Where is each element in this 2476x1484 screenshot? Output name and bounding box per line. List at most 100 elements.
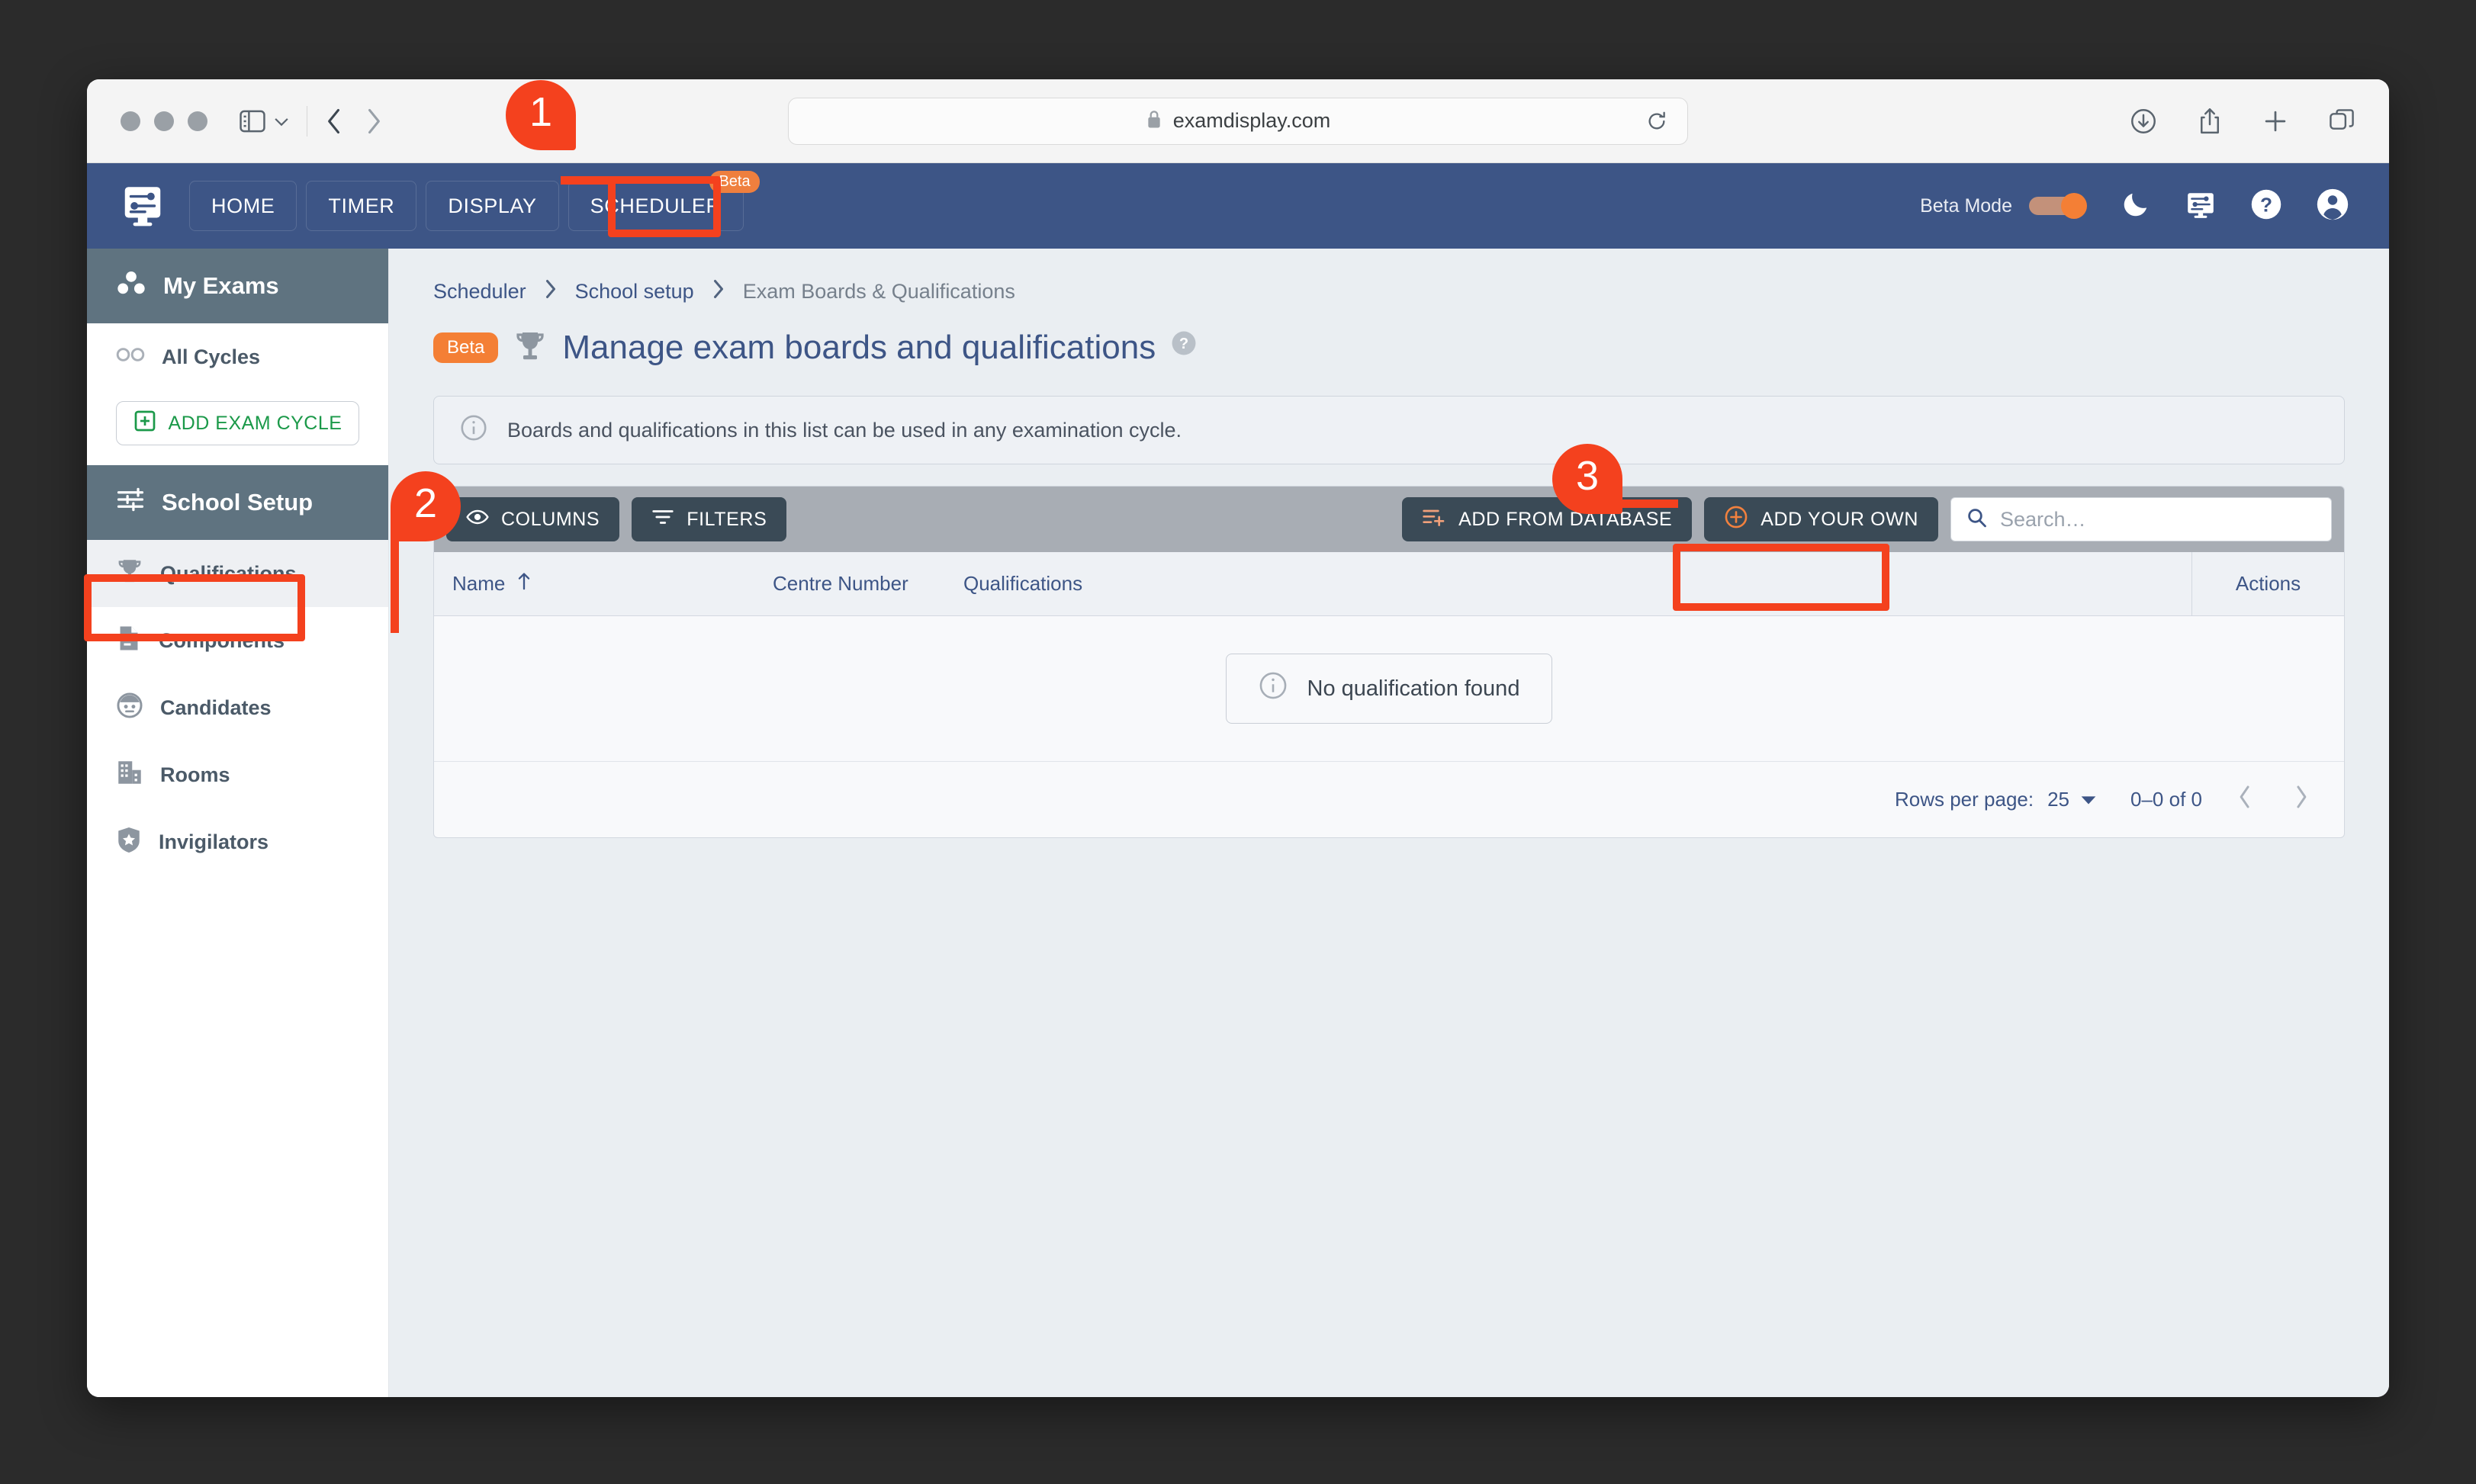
callout-connector-2	[391, 534, 399, 633]
close-window-button[interactable]	[121, 111, 140, 131]
sidebar-toggle-icon[interactable]	[238, 108, 267, 134]
column-header-label: Actions	[2235, 572, 2301, 595]
search-box[interactable]	[1950, 497, 2332, 541]
breadcrumb: Scheduler School setup Exam Boards & Qua…	[433, 278, 2345, 306]
trophy-icon	[116, 557, 143, 590]
address-bar[interactable]: examdisplay.com	[788, 97, 1688, 145]
table-header-row: Name Centre Number Qualifications Action…	[434, 552, 2344, 616]
breadcrumb-separator	[711, 278, 726, 306]
beta-badge: Beta	[433, 332, 499, 363]
share-icon[interactable]	[2197, 107, 2223, 136]
search-input[interactable]	[2000, 507, 2316, 532]
reload-icon[interactable]	[1646, 111, 1667, 132]
shield-star-icon	[116, 826, 142, 859]
topnav-tab-home[interactable]: HOME	[189, 181, 297, 231]
account-avatar-icon[interactable]	[2316, 188, 2349, 225]
help-circle-icon[interactable]: ?	[1171, 330, 1197, 360]
pagination-controls	[2236, 783, 2310, 816]
dark-mode-moon-icon[interactable]	[2121, 189, 2151, 223]
breadcrumb-item-scheduler[interactable]: Scheduler	[433, 280, 526, 304]
topnav-tab-label: SCHEDULER	[590, 194, 722, 217]
sidebar-item-all-cycles[interactable]: All Cycles	[87, 323, 388, 390]
plus-icon[interactable]	[2262, 108, 2288, 134]
rows-per-page-value: 25	[2047, 788, 2070, 811]
address-text: examdisplay.com	[1172, 109, 1331, 132]
sidebar: My Exams All Cycles ADD EXAM CYCLE Schoo…	[87, 249, 389, 1397]
columns-button[interactable]: COLUMNS	[446, 497, 620, 541]
page-title-row: Beta Manage exam boards and qualificatio…	[433, 329, 2345, 367]
rows-per-page: Rows per page: 25	[1895, 788, 2097, 811]
column-header-qualifications[interactable]: Qualifications	[945, 572, 2191, 596]
lock-icon	[1146, 109, 1162, 133]
maximize-window-button[interactable]	[188, 111, 207, 131]
filter-icon	[651, 507, 674, 532]
sidebar-header-my-exams[interactable]: My Exams	[87, 249, 388, 323]
svg-text:?: ?	[1179, 336, 1188, 352]
download-icon[interactable]	[2130, 108, 2157, 135]
topnav-tab-timer[interactable]: TIMER	[306, 181, 417, 231]
browser-chrome: examdisplay.com	[87, 79, 2389, 163]
info-banner: Boards and qualifications in this list c…	[433, 396, 2345, 464]
column-header-label: Qualifications	[963, 572, 1083, 595]
beta-badge: Beta	[709, 171, 760, 193]
list-add-icon	[1422, 507, 1446, 532]
callout-marker-3: 3	[1552, 444, 1622, 514]
toggle-knob	[2061, 193, 2087, 219]
sidebar-item-qualifications[interactable]: Qualifications	[87, 540, 388, 607]
settings-sliders-icon	[116, 487, 145, 519]
display-settings-icon[interactable]	[2185, 188, 2217, 224]
next-page-button[interactable]	[2292, 783, 2310, 816]
tab-overview-icon[interactable]	[2328, 108, 2355, 134]
beta-mode-label: Beta Mode	[1920, 194, 2012, 217]
column-header-label: Centre Number	[773, 572, 908, 595]
sidebar-item-invigilators[interactable]: Invigilators	[87, 808, 388, 875]
minimize-window-button[interactable]	[154, 111, 174, 131]
sidebar-header-label: School Setup	[162, 489, 314, 516]
forward-button[interactable]	[364, 106, 384, 137]
column-header-actions: Actions	[2191, 552, 2344, 615]
sidebar-item-candidates[interactable]: Candidates	[87, 674, 388, 741]
filters-button[interactable]: FILTERS	[632, 497, 787, 541]
info-banner-text: Boards and qualifications in this list c…	[507, 418, 1182, 442]
info-circle-icon	[460, 414, 487, 447]
topnav-tab-label: TIMER	[328, 194, 395, 217]
chevron-down-icon[interactable]	[273, 115, 290, 127]
add-exam-cycle-label: ADD EXAM CYCLE	[168, 412, 342, 434]
add-your-own-button[interactable]: ADD YOUR OWN	[1704, 497, 1938, 541]
topnav-tab-label: HOME	[211, 194, 275, 217]
back-button[interactable]	[324, 106, 344, 137]
candidate-face-icon	[116, 692, 143, 724]
grid-toolbar: COLUMNS FILTERS ADD FROM DATABASE ADD YO…	[434, 487, 2344, 552]
add-exam-cycle-button[interactable]: ADD EXAM CYCLE	[116, 401, 359, 445]
topnav-tab-scheduler[interactable]: SCHEDULER Beta	[568, 171, 760, 231]
add-from-database-label: ADD FROM DATABASE	[1458, 508, 1673, 530]
help-question-icon[interactable]: ?	[2250, 188, 2282, 224]
qualifications-data-card: COLUMNS FILTERS ADD FROM DATABASE ADD YO…	[433, 486, 2345, 838]
info-circle-icon	[1259, 671, 1288, 706]
plus-circle-icon	[1724, 505, 1748, 535]
rows-per-page-select[interactable]: 25	[2047, 788, 2097, 811]
sidebar-header-school-setup[interactable]: School Setup	[87, 465, 388, 540]
arrow-up-icon[interactable]	[516, 571, 532, 596]
beta-mode-toggle[interactable]	[2029, 193, 2087, 219]
callout-number: 2	[413, 480, 438, 526]
column-header-centre-number[interactable]: Centre Number	[754, 572, 945, 596]
pagination-range: 0–0 of 0	[2130, 788, 2202, 811]
callout-connector-1	[561, 176, 616, 185]
table-empty-state: No qualification found	[434, 616, 2344, 761]
svg-text:?: ?	[2260, 193, 2272, 216]
previous-page-button[interactable]	[2236, 783, 2254, 816]
columns-button-label: COLUMNS	[501, 508, 600, 530]
my-exams-dots-icon	[116, 269, 146, 303]
sidebar-item-label: Rooms	[160, 763, 230, 786]
breadcrumb-item-school-setup[interactable]: School setup	[575, 280, 694, 304]
empty-state-chip: No qualification found	[1225, 654, 1553, 724]
column-header-name[interactable]: Name	[434, 571, 754, 596]
sidebar-item-components[interactable]: Components	[87, 607, 388, 674]
trophy-icon	[513, 329, 547, 367]
callout-marker-2: 2	[391, 471, 461, 541]
topnav-tab-display[interactable]: DISPLAY	[426, 181, 559, 231]
sidebar-item-label: All Cycles	[162, 345, 261, 368]
exam-display-logo-icon[interactable]	[116, 179, 169, 233]
sidebar-item-rooms[interactable]: Rooms	[87, 741, 388, 808]
